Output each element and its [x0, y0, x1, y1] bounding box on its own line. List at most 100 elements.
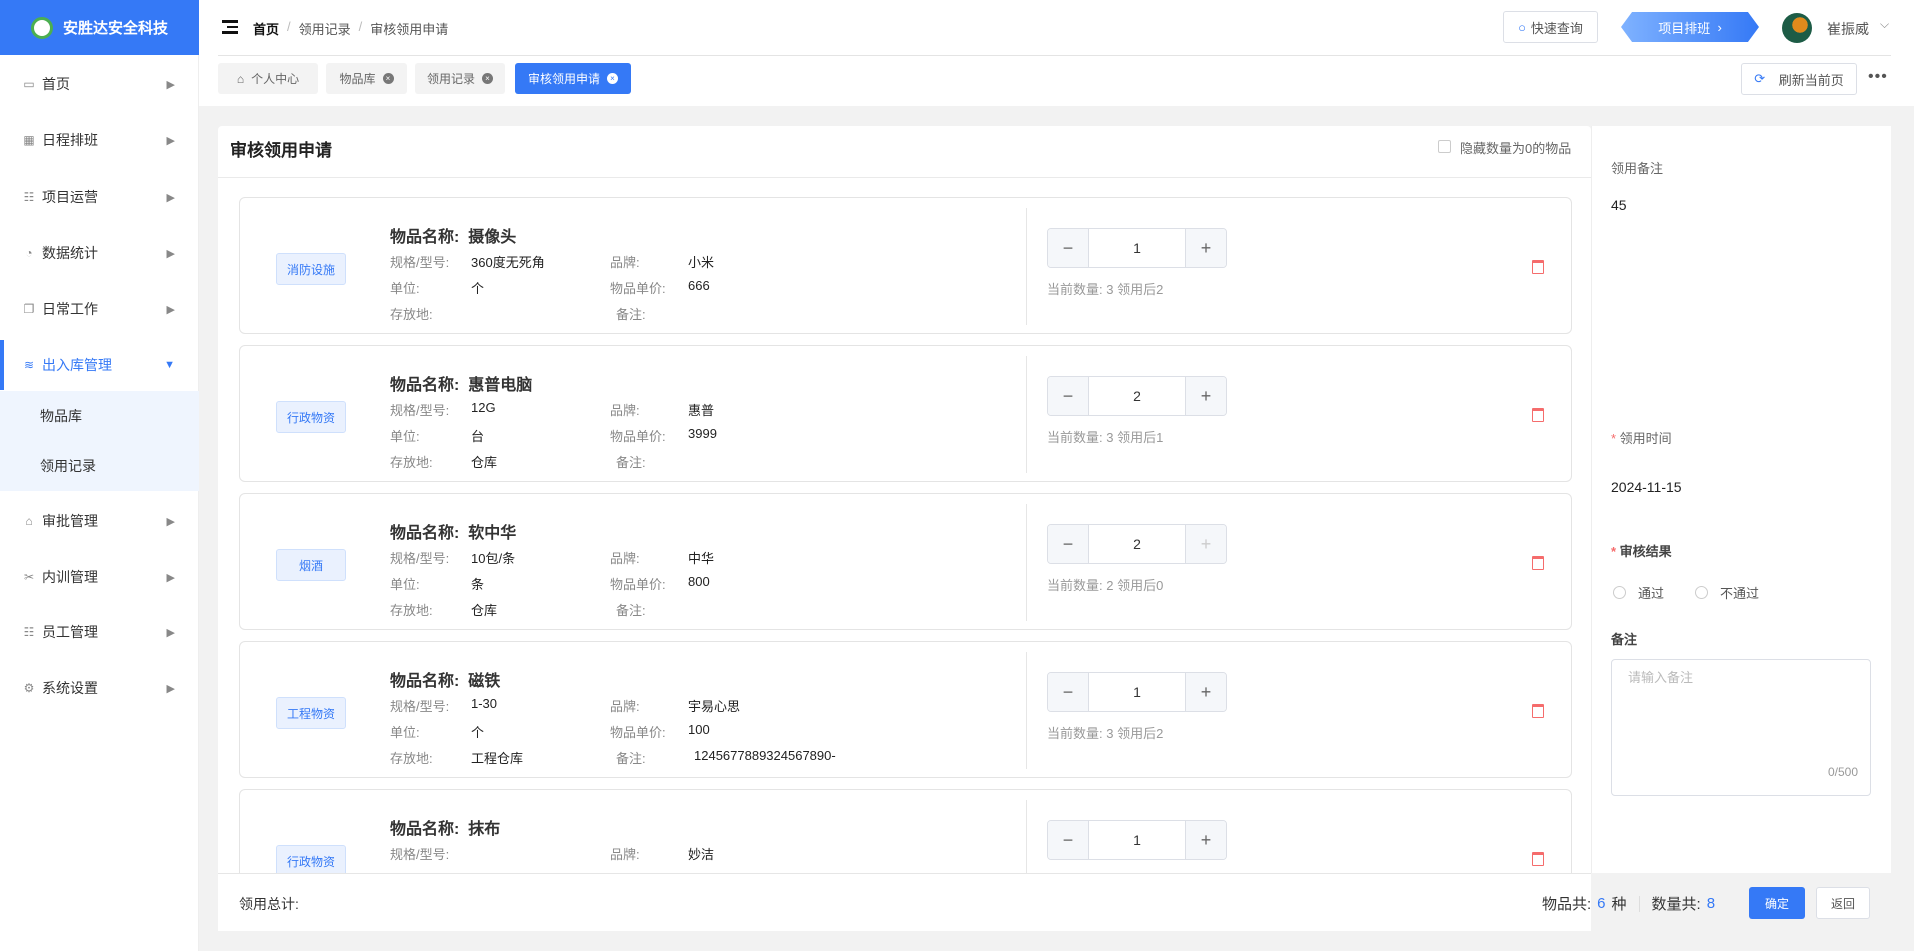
trash-icon[interactable]	[1532, 408, 1544, 422]
back-button[interactable]: 返回	[1816, 887, 1870, 919]
sidebar-item-label: 内训管理	[42, 569, 98, 585]
category-tag: 消防设施	[276, 253, 346, 285]
user-name[interactable]: 崔振威	[1827, 19, 1869, 39]
quantity-stepper[interactable]: −1 +	[1047, 228, 1227, 268]
sidebar-item-9[interactable]: ⚙ 系统设置 ▶	[0, 663, 199, 713]
hide-zero-checkbox[interactable]	[1438, 140, 1451, 153]
logo-icon	[30, 16, 53, 39]
tab-label: 审核领用申请	[527, 72, 600, 86]
plus-button[interactable]: +	[1185, 229, 1226, 267]
close-icon[interactable]: ×	[382, 73, 394, 84]
trash-icon[interactable]	[1532, 556, 1544, 570]
price-label: 物品单价:	[610, 577, 666, 592]
spec-label: 规格/型号:	[390, 699, 450, 714]
tab-label: 物品库	[339, 72, 376, 86]
location-value: 仓库	[471, 455, 498, 470]
quantity-value[interactable]: 2	[1089, 377, 1185, 415]
divider	[1026, 800, 1027, 873]
quantity-stepper[interactable]: −1 +	[1047, 820, 1227, 860]
more-icon[interactable]: •••	[1868, 68, 1888, 86]
sidebar-item-1[interactable]: ▦ 日程排班 ▶	[0, 115, 199, 165]
quantity-value[interactable]: 2	[1089, 525, 1185, 563]
minus-button[interactable]: −	[1048, 377, 1089, 415]
item-name: 物品名称: 惠普电脑	[390, 377, 533, 394]
quantity-value[interactable]: 1	[1089, 229, 1185, 267]
refresh-page-button[interactable]: ⟳ 刷新当前页	[1741, 63, 1857, 95]
sidebar-item-6[interactable]: ⌂ 审批管理 ▶	[0, 496, 199, 546]
tab-records[interactable]: 领用记录 ×	[415, 63, 505, 94]
plus-button[interactable]: +	[1185, 377, 1226, 415]
sidebar-subitem-0[interactable]: 物品库	[0, 391, 199, 441]
trash-icon[interactable]	[1532, 260, 1544, 274]
quick-search-button[interactable]: ○ 快速查询	[1503, 11, 1598, 43]
tab-personal-center[interactable]: ⌂ 个人中心	[218, 63, 318, 94]
remark-label: 备注:	[616, 307, 646, 322]
quantity-stepper[interactable]: −2 +	[1047, 524, 1227, 564]
stock-info: 当前数量: 3 领用后2	[1047, 282, 1164, 297]
hide-zero-label[interactable]: 隐藏数量为0的物品	[1460, 138, 1571, 157]
radio-pass[interactable]: 通过	[1613, 583, 1664, 602]
caret-right-icon: ▶	[166, 515, 175, 528]
spec-label: 规格/型号:	[390, 847, 450, 862]
price-value: 800	[688, 574, 710, 589]
caret-down-icon: ▼	[164, 359, 175, 371]
close-icon[interactable]: ×	[607, 73, 618, 84]
divider	[1026, 208, 1027, 325]
quantity-stepper[interactable]: −2 +	[1047, 376, 1227, 416]
plus-button[interactable]: +	[1185, 673, 1226, 711]
location-label: 存放地:	[390, 603, 433, 618]
quantity-stepper[interactable]: −1 +	[1047, 672, 1227, 712]
plus-button[interactable]: +	[1185, 525, 1226, 563]
item-card: 行政物资 物品名称: 惠普电脑 规格/型号: 12G 品牌: 惠普 单位: 台 …	[239, 345, 1572, 482]
quantity-value[interactable]: 1	[1089, 821, 1185, 859]
project-schedule-button[interactable]: 项目排班 ›	[1621, 12, 1759, 42]
brand-label: 品牌:	[610, 551, 640, 566]
menu-toggle-icon[interactable]	[222, 20, 238, 34]
sidebar-item-0[interactable]: ▭ 首页 ▶	[0, 59, 199, 109]
trash-icon[interactable]	[1532, 852, 1544, 866]
caret-right-icon: ▶	[166, 247, 175, 260]
sidebar-item-label: 审批管理	[42, 513, 98, 529]
quantity-value[interactable]: 1	[1089, 673, 1185, 711]
trash-icon[interactable]	[1532, 704, 1544, 718]
list-icon: ☷	[23, 190, 35, 204]
sidebar-item-7[interactable]: ✂ 内训管理 ▶	[0, 552, 199, 602]
breadcrumb-records[interactable]: 领用记录	[299, 19, 351, 38]
minus-button[interactable]: −	[1048, 821, 1089, 859]
kinds-count: 6	[1597, 895, 1606, 912]
chevron-down-icon[interactable]: ⌵	[1880, 17, 1889, 32]
minus-button[interactable]: −	[1048, 673, 1089, 711]
tab-item-library[interactable]: 物品库 ×	[326, 63, 407, 94]
sidebar-subitem-1[interactable]: 领用记录	[0, 441, 199, 491]
plus-button[interactable]: +	[1185, 821, 1226, 859]
lock-icon: ⌂	[25, 514, 33, 528]
sidebar-item-4[interactable]: ❐ 日常工作 ▶	[0, 284, 199, 334]
unit-label: 单位:	[390, 429, 420, 444]
radio-fail[interactable]: 不通过	[1695, 583, 1759, 602]
spec-value: 12G	[471, 400, 496, 415]
minus-button[interactable]: −	[1048, 229, 1089, 267]
item-name: 物品名称: 抹布	[390, 821, 501, 838]
divider	[218, 55, 1891, 56]
refresh-icon: ⟳	[1754, 71, 1766, 86]
brand-value: 小米	[688, 255, 715, 270]
divider	[1026, 356, 1027, 473]
sidebar-item-label: 出入库管理	[42, 357, 112, 373]
remark-label: 备注:	[616, 751, 646, 766]
confirm-button[interactable]: 确定	[1749, 887, 1805, 919]
tab-review-request[interactable]: 审核领用申请 ×	[515, 63, 631, 94]
avatar[interactable]	[1782, 13, 1812, 43]
price-label: 物品单价:	[610, 281, 666, 296]
close-icon[interactable]: ×	[482, 73, 493, 84]
category-tag: 工程物资	[276, 697, 346, 729]
location-value: 工程仓库	[471, 751, 524, 766]
caret-right-icon: ▶	[166, 626, 175, 639]
breadcrumb-home[interactable]: 首页	[253, 19, 279, 38]
sidebar-item-5[interactable]: ≋ 出入库管理 ▼	[0, 340, 199, 390]
remark-label: 备注:	[616, 603, 646, 618]
sidebar-item-8[interactable]: ☷ 员工管理 ▶	[0, 607, 199, 657]
minus-button[interactable]: −	[1048, 525, 1089, 563]
sidebar-item-3[interactable]: ◔ 数据统计 ▶	[0, 228, 199, 278]
sidebar-item-2[interactable]: ☷ 项目运营 ▶	[0, 172, 199, 222]
price-value: 3999	[688, 426, 717, 441]
